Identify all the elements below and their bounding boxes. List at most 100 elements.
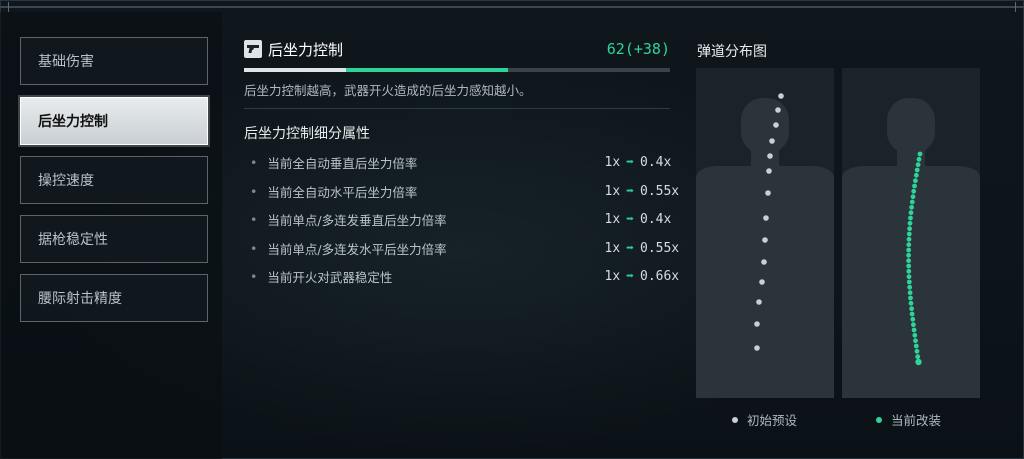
breakdown-label: 当前全自动垂直后坐力倍率 — [267, 155, 418, 171]
spread-dot — [766, 168, 772, 174]
bullet-icon: • — [250, 268, 258, 284]
spread-dot — [906, 247, 912, 253]
spread-dot — [910, 194, 916, 200]
spread-dot — [906, 274, 912, 280]
recoil-progress-bar — [244, 68, 670, 72]
breakdown-row: • 当前开火对武器稳定性 1x ➡ 0.66x — [244, 266, 680, 286]
sidebar-item-label: 操控速度 — [38, 173, 94, 189]
corner-ornament — [1005, 2, 1016, 12]
spread-dot — [908, 215, 913, 221]
sidebar-item-handling-speed[interactable]: 操控速度 — [20, 156, 208, 204]
breakdown-values: 1x ➡ 0.4x — [582, 211, 672, 227]
divider — [244, 108, 670, 109]
spread-dot — [762, 237, 768, 243]
spread-dot — [913, 343, 919, 349]
legend-current: 当前改装 — [876, 410, 941, 429]
arrow-right-icon: ➡ — [626, 211, 634, 227]
spread-dot — [909, 204, 914, 210]
spread-dot — [908, 300, 914, 306]
spread-dot — [917, 151, 923, 157]
breakdown-label: 当前单点/多连发水平后坐力倍率 — [267, 241, 447, 257]
spread-dot — [911, 188, 917, 194]
value-to: 0.66x — [640, 268, 680, 284]
arrow-right-icon: ➡ — [626, 240, 634, 256]
breakdown-label: 当前开火对武器稳定性 — [267, 269, 393, 285]
value-from: 1x — [604, 154, 621, 170]
value-to: 0.55x — [640, 240, 680, 256]
spread-dot — [765, 190, 771, 196]
spread-target-current — [842, 98, 980, 398]
spread-dot — [913, 338, 918, 344]
value-from: 1x — [604, 211, 621, 227]
spread-panel-current — [842, 68, 980, 398]
breakdown-values: 1x ➡ 0.55x — [582, 184, 680, 199]
spread-dot — [906, 279, 912, 285]
spread-dot — [906, 258, 911, 264]
spread-dot — [906, 236, 912, 242]
spread-dot — [754, 321, 760, 327]
spread-dot — [909, 306, 914, 312]
corner-ornament — [8, 2, 19, 12]
spread-dot — [912, 183, 917, 189]
spread-dot — [909, 311, 915, 317]
breakdown-label: 当前全自动水平后坐力倍率 — [267, 184, 418, 200]
spread-dot — [908, 210, 914, 216]
spread-dot — [911, 322, 916, 328]
top-divider — [0, 6, 1024, 8]
legend-label: 当前改装 — [891, 413, 942, 428]
spread-dot — [763, 215, 769, 221]
sidebar-item-aim-stability[interactable]: 据枪稳定性 — [20, 215, 208, 263]
value-to: 0.4x — [640, 154, 672, 170]
attribute-score: 62(+38) — [606, 40, 670, 58]
bullet-icon: • — [250, 240, 258, 256]
spread-dot — [761, 259, 767, 265]
spread-dot — [915, 358, 922, 366]
breakdown-title: 后坐力控制细分属性 — [244, 126, 370, 142]
breakdown-label: 当前单点/多连发垂直后坐力倍率 — [267, 212, 447, 228]
spread-dot — [906, 242, 912, 248]
spread-target-default — [696, 93, 834, 398]
bullet-icon: • — [250, 183, 258, 199]
spread-dot — [915, 162, 921, 168]
sidebar-item-recoil-control[interactable]: 后坐力控制 — [20, 97, 208, 145]
spread-dot — [754, 345, 760, 351]
progress-bonus-fill — [346, 68, 509, 72]
spread-dot — [778, 93, 784, 99]
breakdown-values: 1x ➡ 0.55x — [582, 240, 680, 256]
attribute-sidebar: 基础伤害 后坐力控制 操控速度 据枪稳定性 腰际射击精度 — [0, 12, 222, 459]
spread-dot — [910, 316, 916, 322]
attribute-description: 后坐力控制越高，武器开火造成的后坐力感知越小。 — [244, 83, 532, 98]
target-silhouette — [842, 98, 980, 398]
breakdown-row: • 当前全自动水平后坐力倍率 1x ➡ 0.55x — [244, 181, 680, 201]
value-to: 0.4x — [640, 211, 672, 227]
spread-dot — [912, 332, 918, 338]
spread-dot — [913, 178, 918, 184]
spread-dot — [769, 138, 775, 144]
spread-dot — [908, 295, 913, 301]
bullet-icon: • — [250, 154, 258, 170]
arrow-right-icon: ➡ — [626, 268, 634, 284]
breakdown-row: • 当前单点/多连发水平后坐力倍率 1x ➡ 0.55x — [244, 238, 680, 258]
spread-dot — [913, 172, 919, 178]
spread-dot — [906, 231, 912, 237]
legend-default: 初始预设 — [732, 410, 797, 429]
sidebar-item-base-damage[interactable]: 基础伤害 — [20, 37, 208, 85]
sidebar-item-label: 腰际射击精度 — [38, 291, 122, 307]
sidebar-item-hipfire-accuracy[interactable]: 腰际射击精度 — [20, 274, 208, 322]
breakdown-values: 1x ➡ 0.66x — [582, 268, 680, 284]
spread-dot — [914, 348, 920, 354]
breakdown-row: • 当前单点/多连发垂直后坐力倍率 1x ➡ 0.4x — [244, 209, 672, 229]
bullet-icon: • — [250, 211, 258, 227]
spread-pattern-section: 弹道分布图 初始预设 当前改装 — [692, 12, 1012, 459]
progress-base-fill — [244, 68, 347, 72]
sidebar-item-label: 据枪稳定性 — [38, 232, 108, 248]
spread-dot — [914, 167, 920, 173]
spread-dot — [756, 299, 762, 305]
spread-panel-default — [696, 68, 834, 398]
arrow-right-icon: ➡ — [626, 154, 634, 170]
spread-dot — [906, 252, 911, 258]
spread-dot — [909, 199, 915, 205]
gun-icon — [244, 40, 262, 58]
spread-dot — [906, 263, 912, 269]
spread-dot — [775, 107, 781, 113]
